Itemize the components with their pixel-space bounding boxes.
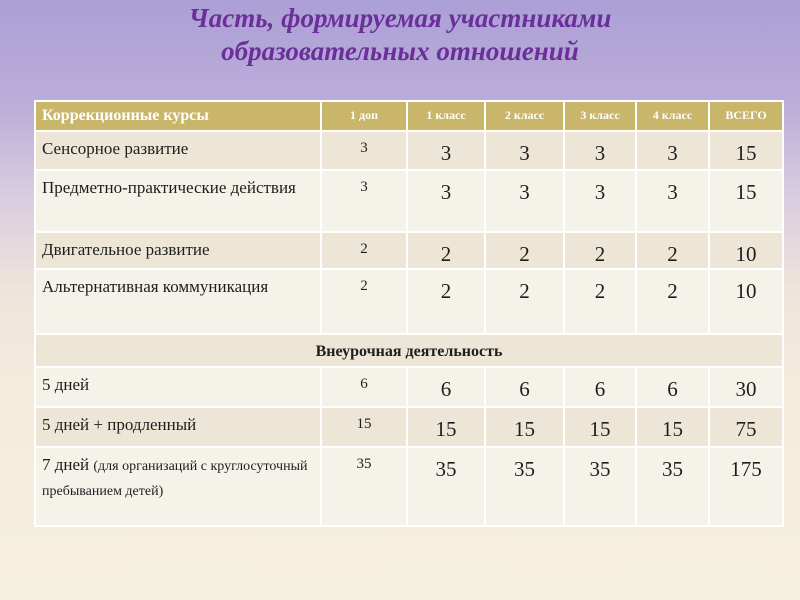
row-name: Сенсорное развитие <box>34 130 322 171</box>
cell-grade-3: 3 <box>563 130 637 171</box>
cell-grade-2: 3 <box>484 130 565 171</box>
cell-grade-2: 15 <box>484 406 565 448</box>
cell-grade-1: 2 <box>406 268 486 335</box>
row-name: 5 дней + продленный <box>34 406 322 448</box>
cell-total: 30 <box>708 366 784 408</box>
slide-title-line-2: образовательных отношений <box>221 36 579 66</box>
cell-grade-3: 3 <box>563 169 637 233</box>
curriculum-table: Коррекционные курсы 1 доп 1 класс 2 клас… <box>34 100 784 527</box>
cell-grade-2: 6 <box>484 366 565 408</box>
header-courses: Коррекционные курсы <box>34 100 322 132</box>
cell-1-dop: 6 <box>320 366 408 408</box>
row-name: 5 дней <box>34 366 322 408</box>
cell-grade-3: 15 <box>563 406 637 448</box>
cell-grade-4: 3 <box>635 130 710 171</box>
cell-grade-1: 15 <box>406 406 486 448</box>
header-total: ВСЕГО <box>708 100 784 132</box>
cell-grade-3: 2 <box>563 268 637 335</box>
cell-1-dop: 3 <box>320 130 408 171</box>
cell-1-dop: 2 <box>320 268 408 335</box>
cell-grade-2: 3 <box>484 169 565 233</box>
cell-grade-4: 2 <box>635 268 710 335</box>
section-row: Внеурочная деятельность <box>34 333 784 368</box>
row-name: Альтернативная коммуникация <box>34 268 322 335</box>
row-name: Предметно-практические действия <box>34 169 322 233</box>
row-name: Двигательное развитие <box>34 231 322 270</box>
header-grade-2: 2 класс <box>484 100 565 132</box>
cell-grade-4: 15 <box>635 406 710 448</box>
cell-grade-3: 35 <box>563 446 637 527</box>
table-row: 7 дней (для организаций с круглосуточный… <box>34 446 784 527</box>
table-row: 5 дней + продленный 15 15 15 15 15 75 <box>34 406 784 448</box>
cell-grade-1: 3 <box>406 130 486 171</box>
cell-grade-1: 3 <box>406 169 486 233</box>
slide-title: Часть, формируемая участниками образоват… <box>0 0 800 68</box>
cell-grade-1: 35 <box>406 446 486 527</box>
cell-1-dop: 15 <box>320 406 408 448</box>
cell-grade-2: 35 <box>484 446 565 527</box>
cell-grade-3: 2 <box>563 231 637 270</box>
cell-grade-4: 3 <box>635 169 710 233</box>
cell-grade-3: 6 <box>563 366 637 408</box>
slide-title-line-1: Часть, формируемая участниками <box>188 3 612 33</box>
table-row: Альтернативная коммуникация 2 2 2 2 2 10 <box>34 268 784 335</box>
header-grade-3: 3 класс <box>563 100 637 132</box>
table-row: Двигательное развитие 2 2 2 2 2 10 <box>34 231 784 270</box>
header-grade-4: 4 класс <box>635 100 710 132</box>
table-header-row: Коррекционные курсы 1 доп 1 класс 2 клас… <box>34 100 784 132</box>
cell-total: 75 <box>708 406 784 448</box>
cell-total: 15 <box>708 169 784 233</box>
header-1-dop: 1 доп <box>320 100 408 132</box>
cell-total: 10 <box>708 268 784 335</box>
table-row: 5 дней 6 6 6 6 6 30 <box>34 366 784 408</box>
cell-grade-4: 2 <box>635 231 710 270</box>
row-name: 7 дней (для организаций с круглосуточный… <box>34 446 322 527</box>
cell-1-dop: 2 <box>320 231 408 270</box>
table-row: Сенсорное развитие 3 3 3 3 3 15 <box>34 130 784 171</box>
cell-grade-4: 35 <box>635 446 710 527</box>
cell-1-dop: 3 <box>320 169 408 233</box>
cell-grade-1: 2 <box>406 231 486 270</box>
header-grade-1: 1 класс <box>406 100 486 132</box>
cell-total: 15 <box>708 130 784 171</box>
cell-total: 175 <box>708 446 784 527</box>
cell-grade-1: 6 <box>406 366 486 408</box>
cell-1-dop: 35 <box>320 446 408 527</box>
cell-grade-2: 2 <box>484 231 565 270</box>
row-name-main: 7 дней <box>42 455 90 474</box>
cell-total: 10 <box>708 231 784 270</box>
cell-grade-2: 2 <box>484 268 565 335</box>
table-row: Предметно-практические действия 3 3 3 3 … <box>34 169 784 233</box>
cell-grade-4: 6 <box>635 366 710 408</box>
section-title: Внеурочная деятельность <box>34 333 784 368</box>
